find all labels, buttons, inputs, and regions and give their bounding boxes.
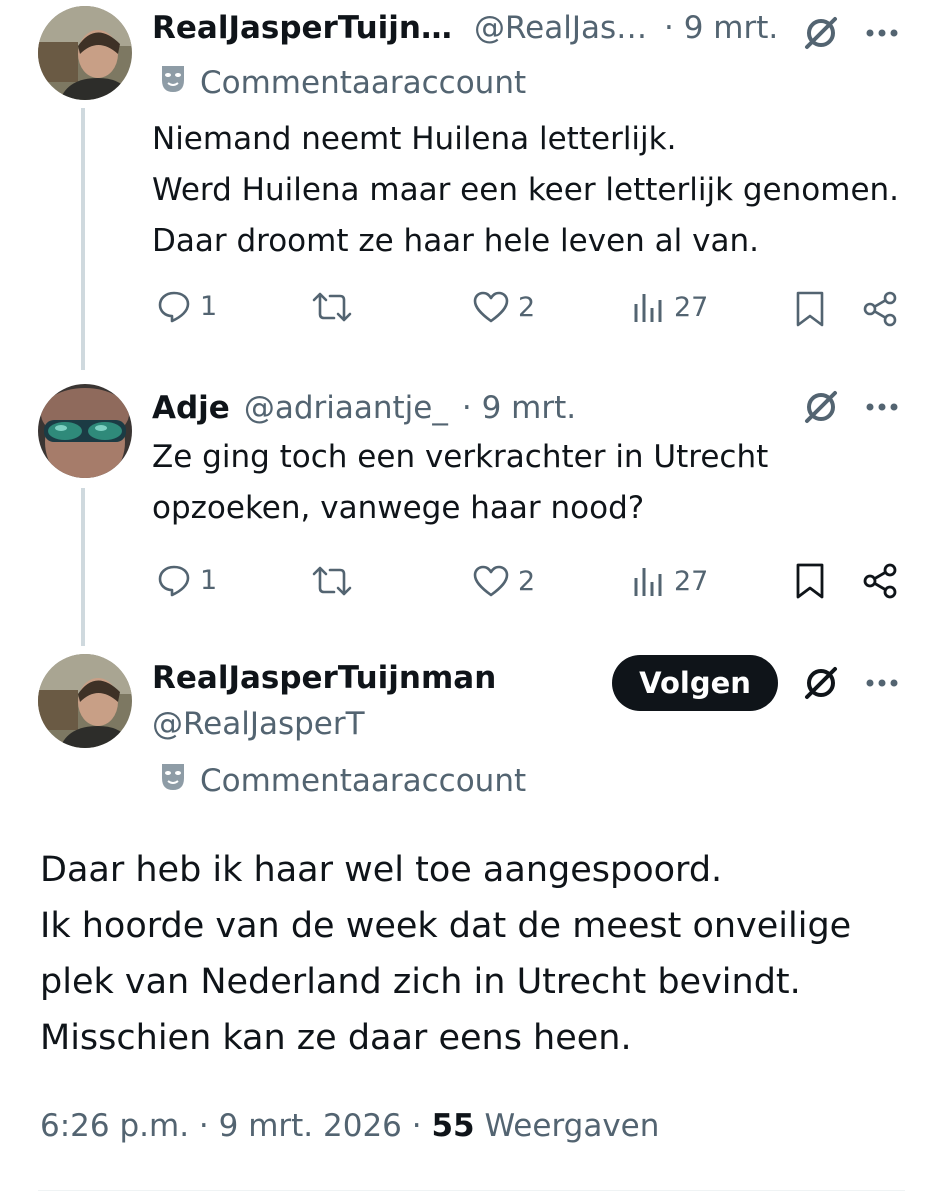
like-icon — [472, 564, 510, 598]
badge-row: Commentaaraccount — [160, 64, 526, 102]
author-handle[interactable]: @RealJasperT — [152, 706, 365, 742]
tweet-text-line: Ze ging toch een verkrachter in Utrecht — [152, 439, 769, 475]
bookmark-icon[interactable] — [792, 290, 828, 328]
tweet-date[interactable]: · 9 mrt. — [664, 10, 778, 46]
retweet-button[interactable] — [312, 564, 352, 598]
views-icon — [632, 564, 666, 598]
author-handle[interactable]: @RealJas… — [474, 10, 647, 46]
tweet-text-line: Daar heb ik haar wel toe aangespoord. — [40, 850, 723, 890]
views-number: 55 — [431, 1108, 475, 1144]
share-icon[interactable] — [860, 562, 900, 600]
tweet-text-line: opzoeken, vanwege haar nood? — [152, 490, 645, 526]
bookmark-icon[interactable] — [792, 562, 828, 600]
tweet-text-line: Werd Huilena maar een keer letterlijk ge… — [152, 172, 900, 208]
mask-icon — [160, 762, 186, 800]
views-label: Weergaven — [484, 1108, 660, 1144]
account-badge-label: Commentaaraccount — [200, 763, 527, 799]
avatar-adje[interactable] — [38, 384, 132, 478]
retweet-button[interactable] — [312, 290, 352, 324]
tweet-text-line: Ik hoorde van de week dat de meest onvei… — [40, 906, 852, 946]
grok-icon[interactable] — [798, 10, 844, 56]
like-button[interactable]: 2 — [472, 564, 535, 598]
more-icon[interactable] — [860, 666, 904, 700]
reply-count: 1 — [200, 290, 218, 322]
tweet-text-line: Niemand neemt Huilena letterlijk. — [152, 121, 677, 157]
follow-button[interactable]: Volgen — [612, 655, 778, 711]
reply-button[interactable]: 1 — [156, 562, 217, 598]
avatar-realjasper-2[interactable] — [38, 654, 132, 748]
more-icon[interactable] — [860, 16, 904, 50]
author-name[interactable]: Adje — [152, 390, 230, 426]
views-count: 27 — [674, 565, 709, 597]
grok-icon[interactable] — [798, 660, 844, 706]
account-badge-label: Commentaaraccount — [200, 65, 527, 101]
author-name[interactable]: RealJasperTuijn… — [152, 10, 452, 46]
reply-count: 1 — [200, 564, 218, 596]
like-count: 2 — [518, 565, 536, 597]
views-button[interactable]: 27 — [632, 564, 708, 598]
reply-icon — [156, 288, 192, 324]
tweet-date[interactable]: · 9 mrt. — [462, 390, 576, 426]
badge-row: Commentaaraccount — [160, 762, 526, 800]
tweet-text-line: Daar droomt ze haar hele leven al van. — [152, 223, 759, 259]
thread-line-2 — [81, 488, 85, 646]
retweet-icon — [312, 290, 352, 324]
like-count: 2 — [518, 291, 536, 323]
tweet-meta: 6:26 p.m. · 9 mrt. 2026 · 55 Weergaven — [40, 1108, 659, 1144]
tweet-timestamp[interactable]: 6:26 p.m. · 9 mrt. 2026 · — [40, 1108, 422, 1144]
reply-button[interactable]: 1 — [156, 288, 217, 324]
reply-icon — [156, 562, 192, 598]
tweet-text-line: plek van Nederland zich in Utrecht bevin… — [40, 962, 801, 1002]
more-icon[interactable] — [860, 390, 904, 424]
grok-icon[interactable] — [798, 384, 844, 430]
avatar-realjasper-1[interactable] — [38, 6, 132, 100]
like-button[interactable]: 2 — [472, 290, 535, 324]
retweet-icon — [312, 564, 352, 598]
views-count: 27 — [674, 291, 709, 323]
author-name[interactable]: RealJasperTuijnman — [152, 660, 496, 696]
thread-line-1 — [81, 108, 85, 370]
author-handle[interactable]: @adriaantje_ — [244, 390, 448, 426]
views-button[interactable]: 27 — [632, 290, 708, 324]
mask-icon — [160, 64, 186, 102]
tweet-text-line: Misschien kan ze daar eens heen. — [40, 1018, 632, 1058]
like-icon — [472, 290, 510, 324]
divider — [38, 1190, 905, 1191]
views-icon — [632, 290, 666, 324]
share-icon[interactable] — [860, 290, 900, 328]
